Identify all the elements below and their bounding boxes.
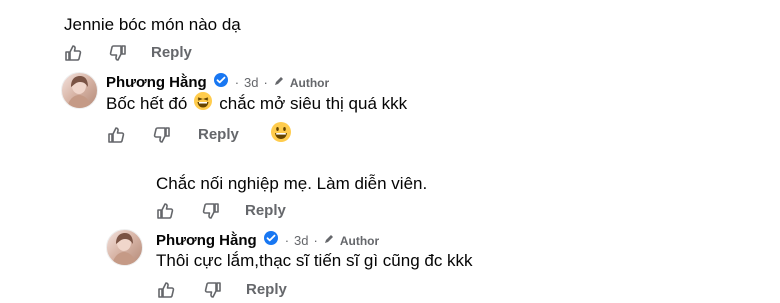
reply-button[interactable]: Reply: [198, 126, 239, 144]
comment-actions: Reply: [105, 121, 292, 148]
comment-text: Bốc hết đó chắc mở siêu thị quá kkk: [106, 91, 407, 117]
timestamp[interactable]: 3d: [244, 74, 258, 92]
grinning-face-with-big-eyes-icon[interactable]: [270, 121, 292, 148]
dot-separator: ·: [234, 74, 240, 90]
comment-actions: Reply: [62, 42, 192, 64]
dislike-icon[interactable]: [202, 279, 224, 301]
like-icon[interactable]: [154, 200, 176, 222]
pen-icon: [273, 74, 285, 92]
comment-text-part-1: Bốc hết đó: [106, 94, 188, 113]
dot-separator: ·: [284, 232, 290, 248]
author-name[interactable]: Phương Hằng: [106, 73, 207, 93]
comment-actions: Reply: [154, 200, 286, 222]
dislike-icon[interactable]: [200, 200, 222, 222]
avatar[interactable]: [61, 72, 98, 109]
verified-icon: [263, 230, 279, 251]
comment-header: Phương Hằng · 3d · Author: [106, 72, 329, 93]
author-name[interactable]: Phương Hằng: [156, 231, 257, 251]
grinning-squinting-face-icon: [193, 91, 213, 117]
like-icon[interactable]: [105, 124, 127, 146]
dislike-icon[interactable]: [107, 42, 129, 64]
like-icon[interactable]: [155, 279, 177, 301]
dot-separator: ·: [313, 232, 318, 248]
comment-text: Jennie bóc món nào dạ: [64, 15, 241, 34]
reply-button[interactable]: Reply: [246, 281, 287, 299]
author-badge: Author: [339, 233, 380, 248]
reply-button[interactable]: Reply: [151, 44, 192, 62]
dot-separator: ·: [263, 74, 268, 90]
reply-button[interactable]: Reply: [245, 202, 286, 220]
comment-meta: · 3d · Author: [235, 74, 329, 92]
avatar[interactable]: [106, 229, 143, 266]
comment-text-part-2: chắc mở siêu thị quá kkk: [219, 94, 408, 113]
comment-meta: · 3d · Author: [285, 232, 379, 250]
author-badge: Author: [289, 75, 330, 90]
dislike-icon[interactable]: [151, 124, 173, 146]
comment-text: Thôi cực lắm,thạc sĩ tiến sĩ gì cũng đc …: [156, 251, 473, 270]
comment-text: Chắc nối nghiệp mẹ. Làm diễn viên.: [156, 174, 428, 193]
like-icon[interactable]: [62, 42, 84, 64]
comment-actions: Reply: [155, 279, 287, 301]
timestamp[interactable]: 3d: [294, 232, 308, 250]
verified-icon: [213, 72, 229, 93]
pen-icon: [323, 232, 335, 250]
comment-header: Phương Hằng · 3d · Author: [156, 230, 379, 251]
